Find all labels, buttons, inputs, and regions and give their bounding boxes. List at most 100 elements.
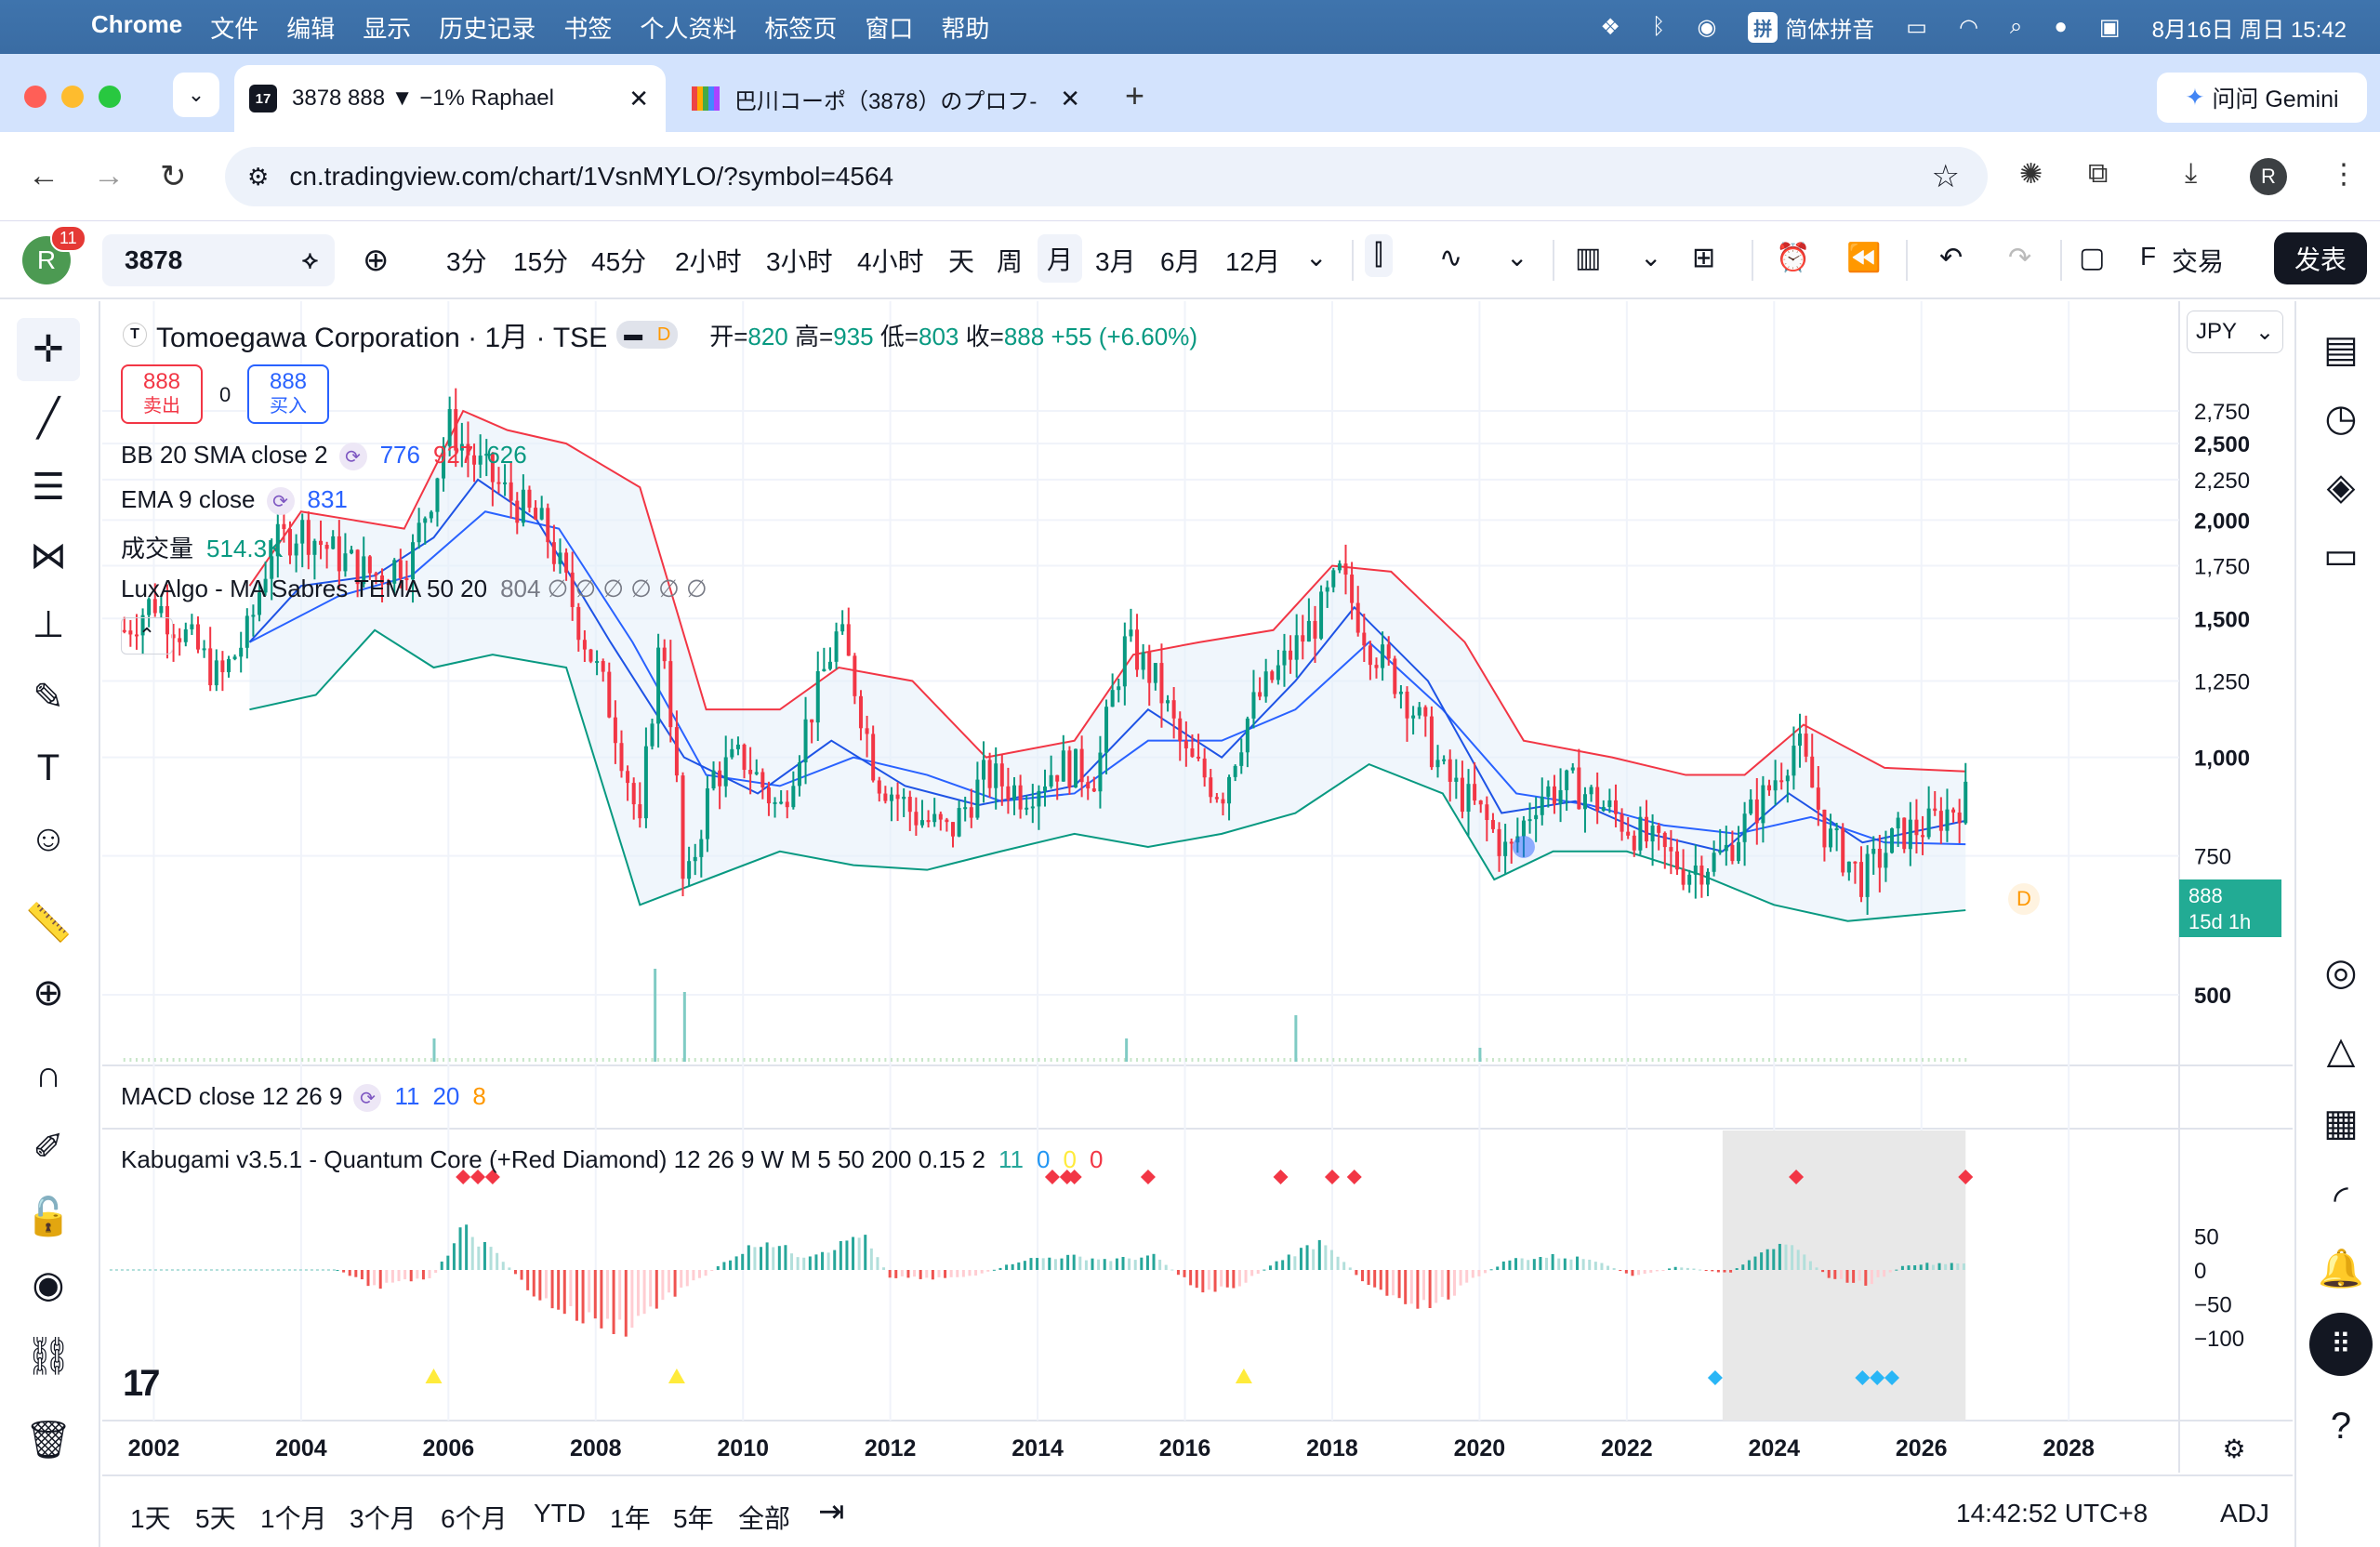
range-6m[interactable]: 6个月 bbox=[441, 1499, 508, 1536]
compare-add-icon[interactable]: ⊕ bbox=[363, 242, 390, 279]
interval-day[interactable]: 天 bbox=[948, 242, 974, 279]
brush-tool-icon[interactable]: ✎ bbox=[17, 666, 80, 729]
zoom-window-icon[interactable] bbox=[99, 86, 121, 108]
emoji-tool-icon[interactable]: ☺ bbox=[17, 807, 80, 870]
currency-selector[interactable]: JPY ⌄ bbox=[2187, 311, 2283, 353]
calendar-icon[interactable]: ▦ bbox=[2313, 1095, 2369, 1151]
gemini-button[interactable]: ✦ 问问 Gemini bbox=[2157, 73, 2367, 123]
tradingview-logo[interactable]: 17 bbox=[123, 1363, 160, 1405]
help-icon[interactable]: ? bbox=[2313, 1398, 2369, 1454]
chatgpt-extension-icon[interactable]: ✺ bbox=[2019, 158, 2043, 191]
eye-icon[interactable]: ◉ bbox=[17, 1253, 80, 1316]
indicators-dropdown-icon[interactable]: ⌄ bbox=[1506, 242, 1527, 272]
app-menu[interactable]: Chrome bbox=[91, 10, 182, 45]
prediction-tool-icon[interactable]: ⊥ bbox=[17, 593, 80, 656]
more-menu-icon[interactable]: ⋮ bbox=[2330, 158, 2358, 191]
download-icon[interactable]: ⤓ bbox=[2185, 158, 2197, 190]
symbol-search[interactable]: 3878 ⟡ bbox=[102, 234, 335, 286]
range-ytd[interactable]: YTD bbox=[534, 1499, 586, 1528]
market-status[interactable]: ▬ D bbox=[616, 321, 679, 349]
interval-3month[interactable]: 3月 bbox=[1095, 242, 1136, 279]
site-info-icon[interactable]: ⚙ bbox=[247, 163, 269, 192]
trash-icon[interactable]: 🗑 bbox=[17, 1408, 80, 1471]
magnet-tool-icon[interactable]: ∩ bbox=[17, 1043, 80, 1106]
collapse-legend-button[interactable]: ⌃ bbox=[121, 617, 173, 654]
range-1m[interactable]: 1个月 bbox=[260, 1499, 327, 1536]
profile-avatar[interactable]: R bbox=[2250, 158, 2287, 195]
interval-6month[interactable]: 6月 bbox=[1160, 242, 1201, 279]
chat-icon[interactable]: ▭ bbox=[2313, 528, 2369, 584]
address-bar[interactable]: ⚙ cn.tradingview.com/chart/1VsnMYLO/?sym… bbox=[225, 147, 1988, 206]
truncated-label[interactable]: F bbox=[2140, 242, 2156, 271]
battery-icon[interactable]: ▭ bbox=[1906, 14, 1927, 41]
tab-search-button[interactable]: ⌄ bbox=[173, 73, 219, 117]
layers-icon[interactable]: ◈ bbox=[2313, 459, 2369, 515]
indicator-legend[interactable]: 成交量 514.3K bbox=[121, 530, 283, 564]
indicator-legend[interactable]: LuxAlgo - MA Sabres TEMA 50 20 804 ∅ ∅ ∅ … bbox=[121, 575, 707, 603]
range-5y[interactable]: 5年 bbox=[673, 1499, 714, 1536]
layout-grid-icon[interactable]: ⊞ bbox=[1692, 242, 1715, 274]
control-center-icon[interactable]: ▣ bbox=[2099, 14, 2121, 41]
lock-drawing-icon[interactable]: ✐ bbox=[17, 1116, 80, 1179]
close-window-icon[interactable] bbox=[24, 86, 46, 108]
indicators-icon[interactable]: ∿ bbox=[1439, 242, 1462, 274]
menu-view[interactable]: 显示 bbox=[363, 10, 411, 45]
crosshair-tool-icon[interactable]: ✛ bbox=[17, 318, 80, 381]
alert-icon[interactable]: ⏰ bbox=[1776, 242, 1810, 274]
lock-icon[interactable]: 🔓 bbox=[17, 1184, 80, 1248]
chart-dropdown-icon[interactable]: ⌄ bbox=[1640, 242, 1661, 272]
macd-legend[interactable]: MACD close 12 26 9 ⟳ 11 20 8 bbox=[121, 1082, 486, 1113]
interval-12month[interactable]: 12月 bbox=[1225, 242, 1280, 279]
siri-icon[interactable]: ● bbox=[2054, 14, 2068, 40]
dividend-marker[interactable]: D bbox=[2008, 883, 2040, 915]
reload-icon[interactable]: ↻ bbox=[160, 158, 187, 195]
minimize-window-icon[interactable] bbox=[61, 86, 84, 108]
sync-icon[interactable]: ⟳ bbox=[338, 443, 367, 471]
adjust-toggle[interactable]: ADJ bbox=[2220, 1499, 2269, 1528]
menu-profiles[interactable]: 个人资料 bbox=[640, 10, 736, 45]
menu-bookmarks[interactable]: 书签 bbox=[563, 10, 612, 45]
replay-icon[interactable]: ⏪ bbox=[1846, 242, 1881, 274]
undo-icon[interactable]: ↶ bbox=[1939, 242, 1963, 274]
sell-button[interactable]: 888 卖出 bbox=[121, 364, 203, 424]
redo-icon[interactable]: ↷ bbox=[2008, 242, 2031, 274]
price-chart[interactable]: 2,750 2,500 2,250 2,000 1,750 1,500 1,250 1,000… bbox=[102, 301, 2293, 1473]
wifi-icon[interactable]: ◠ bbox=[1959, 14, 1978, 41]
trade-button[interactable]: 交易 bbox=[2172, 242, 2224, 279]
interval-month[interactable]: 月 bbox=[1038, 234, 1083, 283]
close-tab-icon[interactable]: ✕ bbox=[628, 85, 649, 113]
forward-icon[interactable]: → bbox=[93, 158, 125, 194]
clock-timezone[interactable]: 14:42:52 UTC+8 bbox=[1956, 1499, 2148, 1528]
dropbox-icon[interactable]: ❖ bbox=[1600, 14, 1620, 41]
menu-history[interactable]: 历史记录 bbox=[439, 10, 536, 45]
sync-icon[interactable]: ⟳ bbox=[266, 487, 295, 516]
link-icon[interactable]: ⛓ bbox=[17, 1324, 80, 1387]
range-all[interactable]: 全部 bbox=[738, 1499, 790, 1536]
range-3m[interactable]: 3个月 bbox=[350, 1499, 416, 1536]
tab-tradingview[interactable]: 17 3878 888 ▼ −1% Raphael ✕ bbox=[234, 65, 666, 132]
text-tool-icon[interactable]: T bbox=[17, 736, 80, 800]
menu-tabs[interactable]: 标签页 bbox=[764, 10, 837, 45]
indicator-legend[interactable]: EMA 9 close ⟳ 831 bbox=[121, 485, 348, 516]
bookmark-star-icon[interactable]: ☆ bbox=[1932, 158, 1960, 195]
buy-button[interactable]: 888 买入 bbox=[247, 364, 329, 424]
kabugami-legend[interactable]: Kabugami v3.5.1 - Quantum Core (+Red Dia… bbox=[121, 1145, 1103, 1174]
spotlight-icon[interactable]: ⌕ bbox=[2010, 14, 2022, 40]
fib-tool-icon[interactable]: ☰ bbox=[17, 456, 80, 519]
menu-file[interactable]: 文件 bbox=[210, 10, 258, 45]
candle-style-icon[interactable]: ⫿ bbox=[1365, 234, 1393, 277]
menu-edit[interactable]: 编辑 bbox=[286, 10, 335, 45]
interval-15m[interactable]: 15分 bbox=[513, 242, 568, 279]
publish-button[interactable]: 发表 bbox=[2274, 232, 2367, 284]
range-1d[interactable]: 1天 bbox=[130, 1499, 171, 1536]
ime-label[interactable]: 简体拼音 bbox=[1785, 11, 1874, 44]
pattern-tool-icon[interactable]: ⋈ bbox=[17, 524, 80, 588]
settings-gear-icon[interactable]: ⚙ bbox=[2222, 1435, 2245, 1463]
close-tab-icon[interactable]: ✕ bbox=[1060, 85, 1080, 113]
bar-chart-icon[interactable]: ▥ bbox=[1575, 242, 1601, 274]
interval-dropdown-icon[interactable]: ⌄ bbox=[1305, 242, 1327, 272]
apps-grid-icon[interactable]: ⠿ bbox=[2309, 1313, 2373, 1376]
interval-45m[interactable]: 45分 bbox=[591, 242, 646, 279]
chart-area[interactable]: 2,750 2,500 2,250 2,000 1,750 1,500 1,250 1,000… bbox=[102, 301, 2293, 1473]
stream-icon[interactable]: ◜ bbox=[2313, 1171, 2369, 1227]
